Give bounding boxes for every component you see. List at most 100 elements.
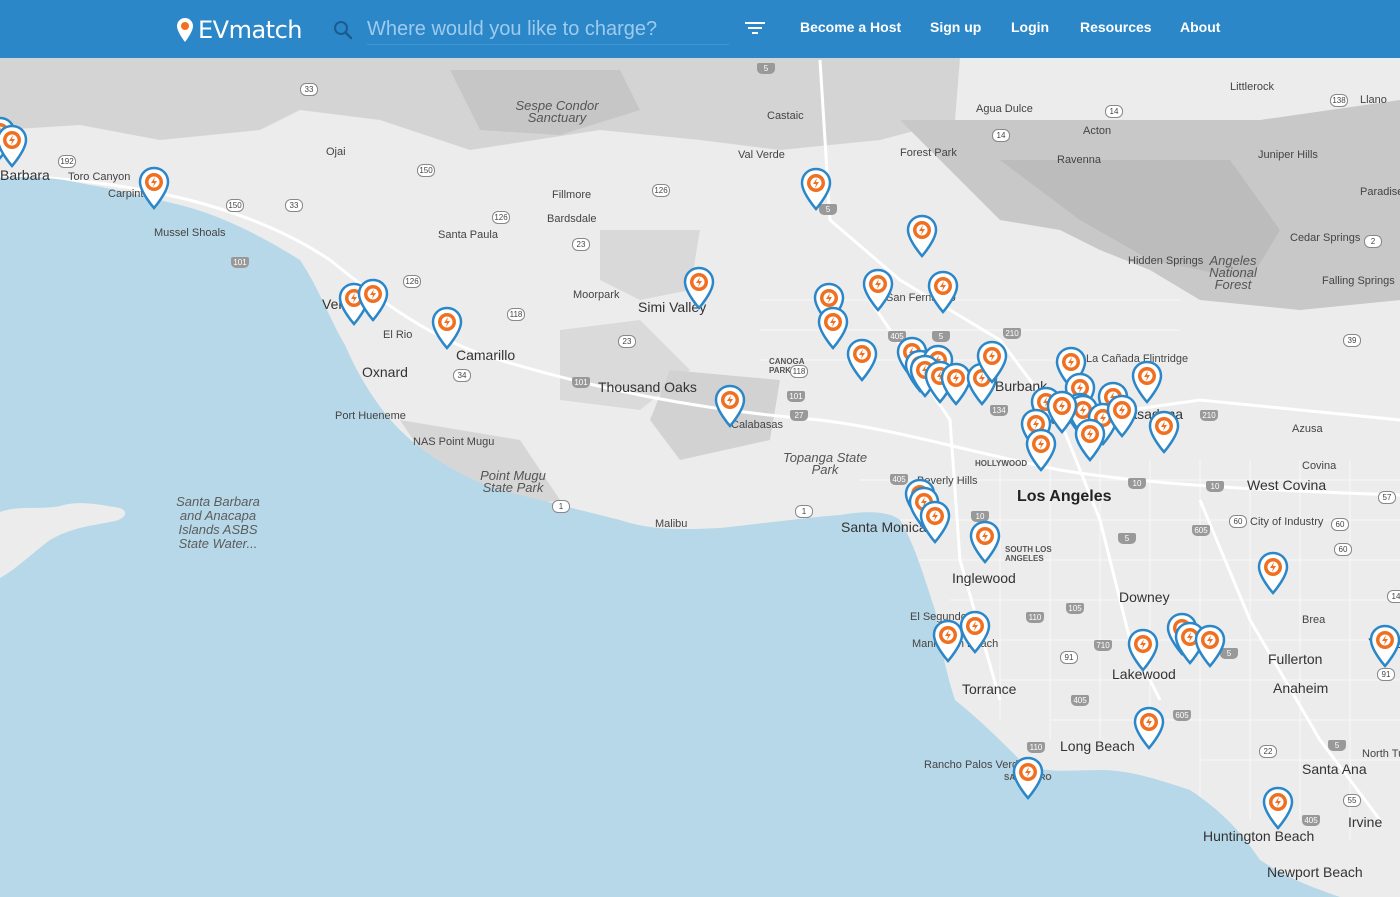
map-place-label: Camarillo bbox=[456, 347, 516, 363]
charging-station-marker[interactable] bbox=[862, 268, 894, 312]
charging-station-marker[interactable] bbox=[714, 384, 746, 428]
charging-station-marker[interactable] bbox=[1046, 390, 1078, 434]
charging-station-marker[interactable] bbox=[927, 270, 959, 314]
map-place-label: Los Angeles bbox=[1017, 488, 1112, 505]
charging-station-marker[interactable] bbox=[431, 306, 463, 350]
map-place-label: Ojai bbox=[326, 146, 346, 158]
map-place-label: Cedar Springs bbox=[1290, 232, 1361, 244]
map-place-label: Santa Paula bbox=[438, 229, 498, 241]
route-shield: 10 bbox=[1206, 481, 1224, 492]
map-place-label: Littlerock bbox=[1230, 81, 1275, 93]
nav-about[interactable]: About bbox=[1180, 19, 1220, 35]
route-shield: 14 bbox=[1105, 105, 1123, 118]
search-icon[interactable] bbox=[333, 20, 353, 40]
charging-station-marker[interactable] bbox=[1074, 418, 1106, 462]
map-place-label: Santa Ana bbox=[1302, 761, 1367, 777]
map-place-label: Huntington Beach bbox=[1203, 828, 1315, 844]
route-shield: 605 bbox=[1192, 525, 1210, 536]
map-place-label: Mussel Shoals bbox=[154, 227, 226, 239]
route-shield: 2 bbox=[1364, 235, 1382, 248]
route-shield: 5 bbox=[757, 63, 775, 74]
charging-station-marker[interactable] bbox=[817, 306, 849, 350]
map-place-label: Fullerton bbox=[1268, 651, 1323, 667]
nav-become-host[interactable]: Become a Host bbox=[800, 19, 901, 35]
map-base bbox=[0, 58, 1400, 897]
map-place-label: Fillmore bbox=[552, 189, 592, 201]
route-shield: 14 bbox=[992, 129, 1010, 142]
route-shield: 118 bbox=[790, 365, 808, 378]
charging-station-marker[interactable] bbox=[906, 214, 938, 258]
location-search-input[interactable] bbox=[367, 14, 729, 45]
charging-station-marker[interactable] bbox=[683, 266, 715, 310]
brand-logo[interactable]: EVmatch bbox=[176, 14, 302, 46]
route-shield: 192 bbox=[58, 155, 76, 168]
charging-station-marker[interactable] bbox=[1106, 394, 1138, 438]
map-place-label: Oxnard bbox=[362, 364, 408, 380]
route-shield: 405 bbox=[1302, 815, 1320, 826]
route-shield: 10 bbox=[1128, 478, 1146, 489]
charging-station-marker[interactable] bbox=[1012, 756, 1044, 800]
route-shield: 134 bbox=[990, 405, 1008, 416]
route-shield: 60 bbox=[1334, 543, 1352, 556]
route-shield: 5 bbox=[1118, 533, 1136, 544]
map-place-label: Anaheim bbox=[1273, 680, 1329, 696]
map-place-label: Inglewood bbox=[952, 570, 1016, 586]
route-shield: 39 bbox=[1343, 334, 1361, 347]
charging-station-marker[interactable] bbox=[976, 340, 1008, 384]
map-place-label: Juniper Hills bbox=[1258, 149, 1318, 161]
map-place-label: Covina bbox=[1302, 460, 1337, 472]
route-shield: 105 bbox=[1066, 603, 1084, 614]
map-place-label: Castaic bbox=[767, 110, 804, 122]
map-place-label: Irvine bbox=[1348, 814, 1383, 830]
map-place-label: Long Beach bbox=[1060, 738, 1135, 754]
nav-resources[interactable]: Resources bbox=[1080, 19, 1152, 35]
map-view[interactable]: Barbara Toro Canyon Carpinteria Mussel Shoa… bbox=[0, 58, 1400, 897]
charging-station-marker[interactable] bbox=[932, 619, 964, 663]
map-place-label: Malibu bbox=[655, 518, 688, 530]
map-place-label: Moorpark bbox=[573, 289, 620, 301]
map-place-label: North Tustin bbox=[1362, 748, 1400, 760]
charging-station-marker[interactable] bbox=[1148, 410, 1180, 454]
map-place-label: Topanga State Park bbox=[782, 450, 868, 477]
map-place-label: SOUTH LOS ANGELES bbox=[1005, 545, 1052, 563]
route-shield: 101 bbox=[572, 377, 590, 388]
charging-station-marker[interactable] bbox=[0, 124, 28, 168]
route-shield: 126 bbox=[492, 211, 510, 224]
map-place-label: Downey bbox=[1119, 589, 1170, 605]
nav-login[interactable]: Login bbox=[1011, 19, 1049, 35]
charging-station-marker[interactable] bbox=[1262, 786, 1294, 830]
map-place-label: Toro Canyon bbox=[68, 171, 131, 183]
charging-station-marker[interactable] bbox=[919, 500, 951, 544]
charging-station-marker[interactable] bbox=[1133, 706, 1165, 750]
charging-station-marker[interactable] bbox=[1257, 551, 1289, 595]
charging-station-marker[interactable] bbox=[969, 520, 1001, 564]
charging-station-marker[interactable] bbox=[357, 278, 389, 322]
charging-station-marker[interactable] bbox=[138, 166, 170, 210]
route-shield: 60 bbox=[1229, 515, 1247, 528]
route-shield: 27 bbox=[790, 410, 808, 421]
charging-station-marker[interactable] bbox=[1127, 628, 1159, 672]
map-place-label: Barbara bbox=[0, 167, 50, 183]
route-shield: 405 bbox=[1071, 695, 1089, 706]
charging-station-marker[interactable] bbox=[846, 338, 878, 382]
route-shield: 1 bbox=[795, 505, 813, 518]
route-shield: 33 bbox=[285, 199, 303, 212]
map-place-label: Bardsdale bbox=[547, 213, 597, 225]
map-place-label: Port Hueneme bbox=[335, 410, 406, 422]
map-place-label: Agua Dulce bbox=[976, 103, 1033, 115]
route-shield: 33 bbox=[300, 83, 318, 96]
charging-station-marker[interactable] bbox=[1025, 428, 1057, 472]
route-shield: 138 bbox=[1330, 94, 1348, 107]
filter-icon[interactable] bbox=[744, 20, 766, 36]
route-shield: 23 bbox=[618, 335, 636, 348]
route-shield: 101 bbox=[231, 257, 249, 268]
charging-station-marker[interactable] bbox=[1369, 624, 1400, 668]
route-shield: 34 bbox=[453, 369, 471, 382]
route-shield: 710 bbox=[1094, 640, 1112, 651]
charging-station-marker[interactable] bbox=[800, 167, 832, 211]
charging-station-marker[interactable] bbox=[1194, 624, 1226, 668]
top-navigation-bar: EVmatch Become a Host Sign up Login Reso… bbox=[0, 0, 1400, 58]
route-shield: 5 bbox=[1328, 740, 1346, 751]
nav-sign-up[interactable]: Sign up bbox=[930, 19, 981, 35]
route-shield: 605 bbox=[1173, 710, 1191, 721]
